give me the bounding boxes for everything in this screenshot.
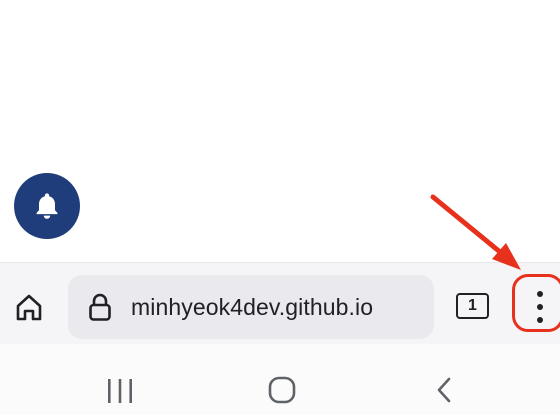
browser-toolbar: minhyeok4dev.github.io 1 — [0, 262, 560, 344]
tab-count: 1 — [468, 297, 477, 314]
web-page-content — [0, 0, 560, 262]
home-nav-icon[interactable] — [268, 376, 296, 404]
lock-icon — [89, 293, 111, 321]
url-text: minhyeok4dev.github.io — [131, 294, 374, 320]
system-navigation-bar — [0, 344, 560, 415]
home-button[interactable] — [12, 290, 46, 324]
bell-icon — [36, 193, 58, 219]
tabs-button[interactable]: 1 — [456, 293, 489, 319]
back-icon[interactable] — [433, 376, 455, 404]
address-bar[interactable]: minhyeok4dev.github.io — [68, 275, 434, 339]
notification-button[interactable] — [14, 173, 80, 239]
menu-button[interactable] — [514, 287, 560, 339]
more-vertical-icon — [537, 291, 543, 331]
recent-apps-icon[interactable] — [106, 378, 134, 404]
home-icon — [16, 294, 42, 321]
